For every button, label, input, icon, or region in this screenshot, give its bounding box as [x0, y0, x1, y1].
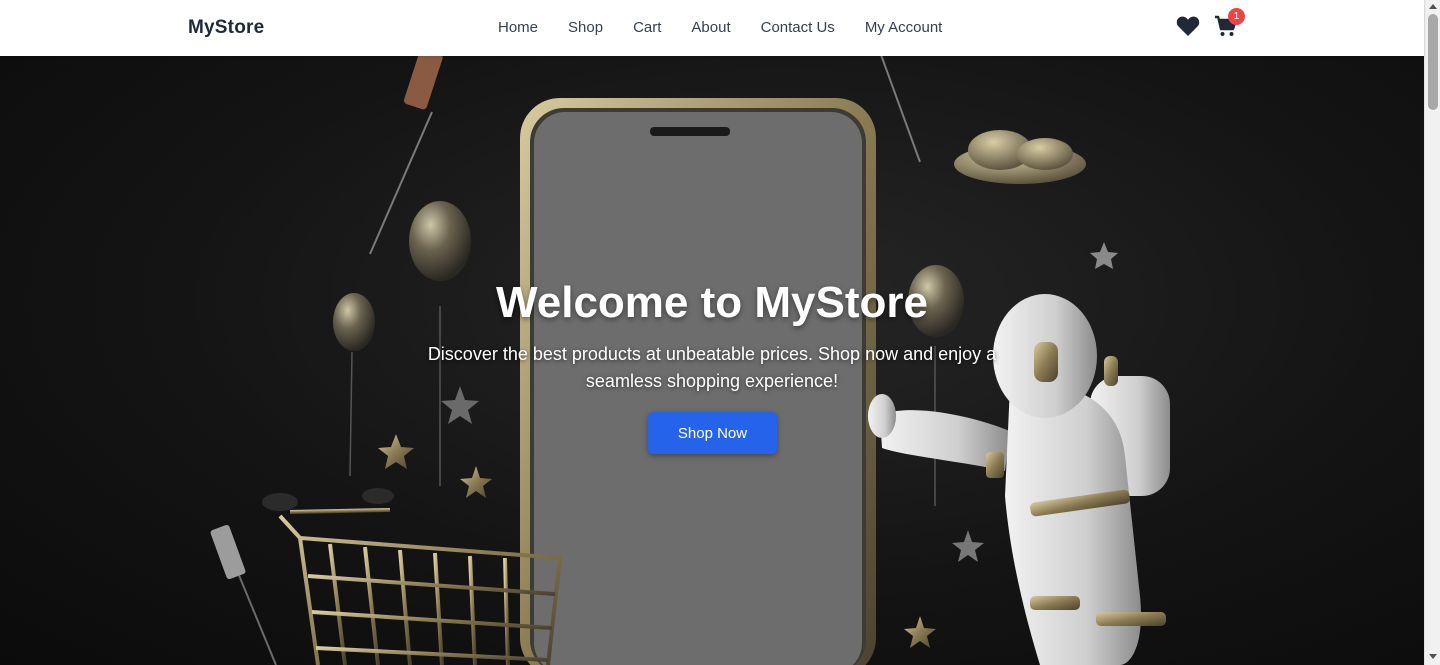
nav-link-home[interactable]: Home — [498, 19, 538, 36]
main-nav: Home Shop Cart About Contact Us My Accou… — [498, 19, 972, 36]
shopping-cart-icon[interactable]: 1 — [1214, 8, 1245, 38]
nav-link-shop[interactable]: Shop — [568, 19, 603, 36]
hero-title: Welcome to MyStore — [496, 278, 928, 327]
nav-link-about[interactable]: About — [691, 19, 730, 36]
header-actions: 1 — [1176, 8, 1245, 38]
hero-subtitle: Discover the best products at unbeatable… — [427, 344, 997, 391]
scroll-thumb[interactable] — [1428, 14, 1438, 110]
brand-logo[interactable]: MyStore — [188, 17, 264, 39]
nav-link-cart[interactable]: Cart — [633, 19, 661, 36]
nav-link-contact[interactable]: Contact Us — [761, 19, 835, 36]
navbar: MyStore Home Shop Cart About Contact Us … — [0, 0, 1424, 56]
hero-section: Welcome to MyStore Discover the best pro… — [0, 56, 1424, 665]
heart-icon[interactable] — [1176, 15, 1200, 37]
scroll-down-arrow-icon[interactable] — [1429, 654, 1437, 659]
scroll-up-arrow-icon[interactable] — [1429, 4, 1437, 9]
cart-count-badge: 1 — [1228, 8, 1245, 25]
page-scrollbar[interactable] — [1424, 0, 1440, 665]
shop-now-button[interactable]: Shop Now — [648, 412, 777, 454]
nav-link-my-account[interactable]: My Account — [865, 19, 943, 36]
